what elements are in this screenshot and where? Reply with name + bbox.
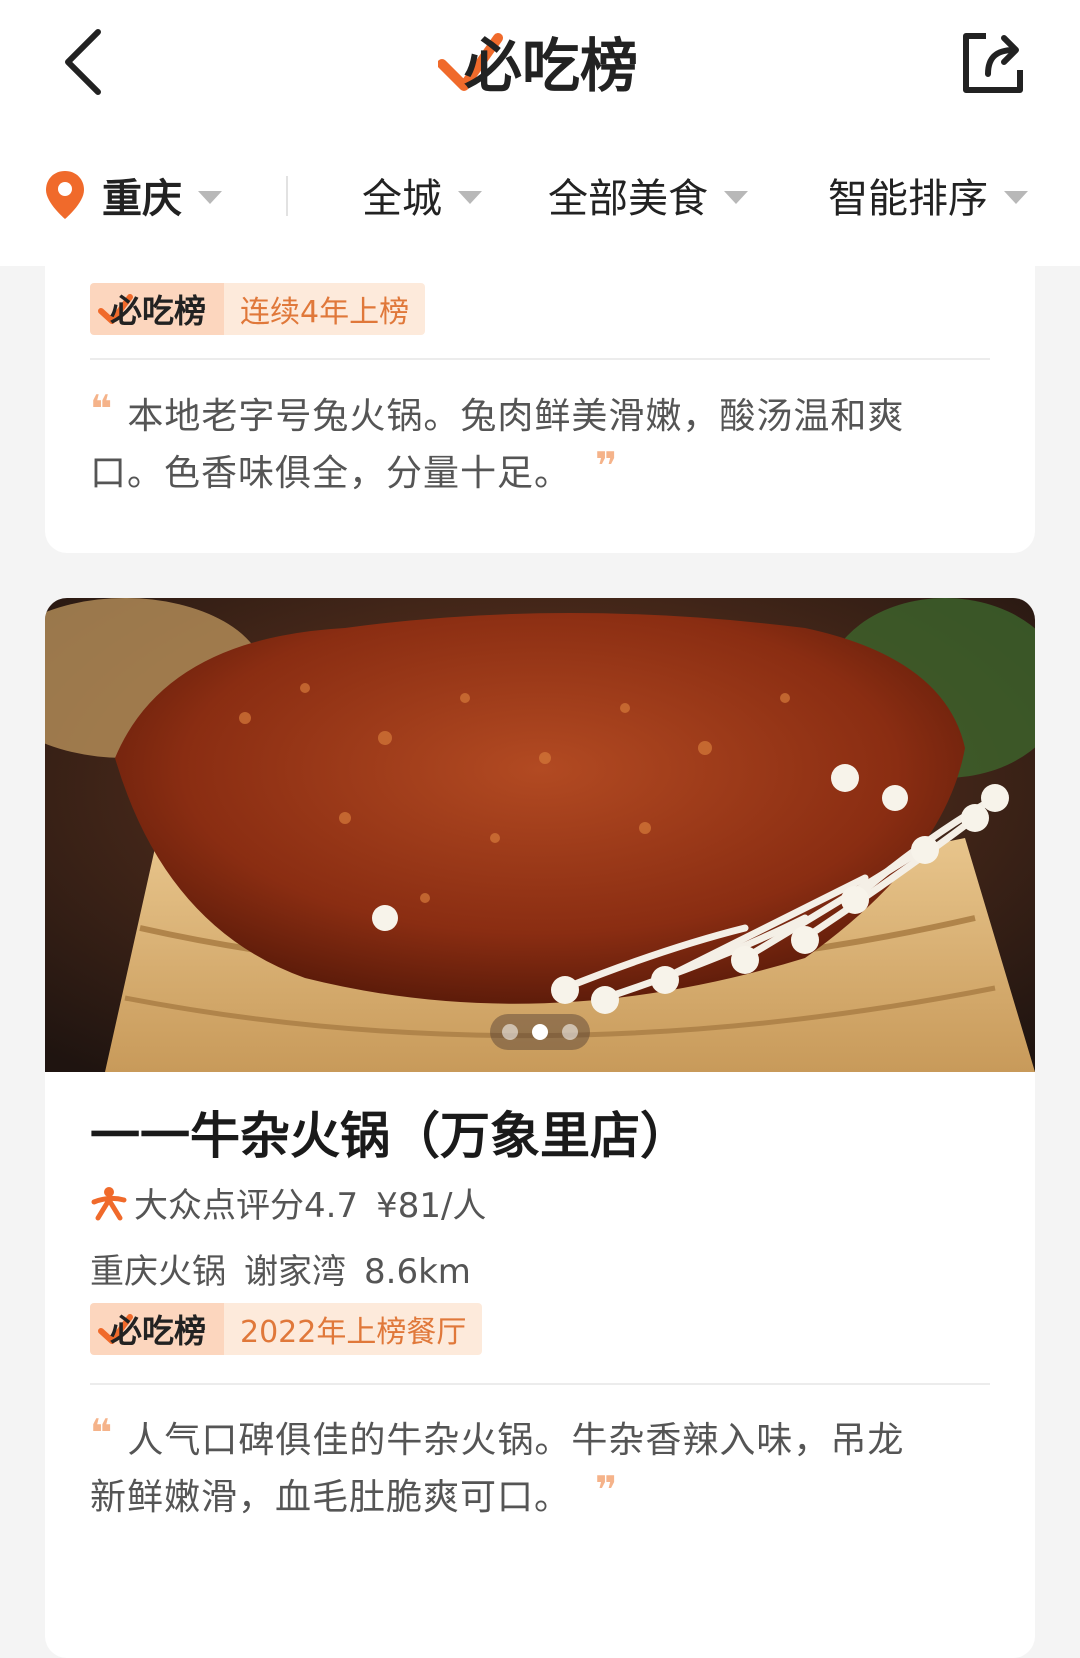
location-pin-icon xyxy=(46,171,84,219)
carousel-dot[interactable] xyxy=(502,1024,518,1040)
cuisine-label: 重庆火锅 xyxy=(90,1252,226,1292)
restaurant-card[interactable]: 一一牛杂火锅（万象里店） 大众点评分4.7 ¥81/人 重庆火锅 谢家湾 8.6km… xyxy=(45,598,1035,1658)
city-selector[interactable]: 重庆 xyxy=(44,160,222,230)
distance-label: 8.6km xyxy=(364,1252,471,1292)
divider xyxy=(90,358,990,360)
badge-text: 连续4年上榜 xyxy=(224,283,426,335)
caret-down-icon xyxy=(724,190,748,204)
svg-text:必吃榜: 必吃榜 xyxy=(110,292,206,329)
share-button[interactable] xyxy=(958,28,1028,98)
share-icon xyxy=(963,33,1023,93)
quote-line-1: 人气口碑俱佳的牛杂火锅。牛杂香辣入味，吊龙 xyxy=(127,1420,905,1461)
badge-text: 2022年上榜餐厅 xyxy=(224,1303,483,1355)
svg-text:必吃榜: 必吃榜 xyxy=(110,1312,206,1349)
quote-line-1: 本地老字号兔火锅。兔肉鲜美滑嫩，酸汤温和爽 xyxy=(127,396,905,437)
restaurant-photo[interactable] xyxy=(45,598,1035,1072)
carousel-indicator xyxy=(490,1014,590,1050)
brand-logo: 必吃榜 xyxy=(437,22,648,102)
price-per-person: ¥81/人 xyxy=(376,1186,487,1226)
badge-logo: 必吃榜 xyxy=(90,283,224,335)
sort-label: 智能排序 xyxy=(828,176,988,222)
badge-logo: 必吃榜 xyxy=(90,1303,224,1355)
close-quote-icon: ❞ xyxy=(595,1468,619,1512)
divider xyxy=(90,1383,990,1385)
sort-filter[interactable]: 智能排序 xyxy=(828,160,1028,230)
area-label: 全城 xyxy=(362,176,442,222)
quote-line-2: 新鲜嫩滑，血毛肚脆爽可口。 xyxy=(90,1477,572,1518)
quote-line-2: 口。色香味俱全，分量十足。 xyxy=(90,453,572,494)
back-button[interactable] xyxy=(60,22,120,102)
restaurant-card[interactable]: 必吃榜 连续4年上榜 ❝ 本地老字号兔火锅。兔肉鲜美滑嫩，酸汤温和爽 口。色香味俱… xyxy=(45,230,1035,553)
open-quote-icon: ❝ xyxy=(90,1411,114,1455)
review-quote: ❝ 本地老字号兔火锅。兔肉鲜美滑嫩，酸汤温和爽 口。色香味俱全，分量十足。 ❞ xyxy=(90,388,990,502)
city-label: 重庆 xyxy=(102,176,182,222)
close-quote-icon: ❞ xyxy=(595,444,619,488)
logo-text: 必吃榜 xyxy=(464,32,638,100)
review-quote: ❝ 人气口碑俱佳的牛杂火锅。牛杂香辣入味，吊龙 新鲜嫩滑，血毛肚脆爽可口。 ❞ xyxy=(90,1412,990,1526)
carousel-dot[interactable] xyxy=(562,1024,578,1040)
rating-label: 大众点评分4.7 xyxy=(134,1186,359,1226)
area-filter[interactable]: 全城 xyxy=(362,160,482,230)
bichi-badge: 必吃榜 2022年上榜餐厅 xyxy=(90,1303,483,1355)
caret-down-icon xyxy=(1004,190,1028,204)
dianping-icon xyxy=(91,1186,127,1220)
meta-row: 重庆火锅 谢家湾 8.6km xyxy=(90,1244,471,1293)
caret-down-icon xyxy=(458,190,482,204)
bichi-badge: 必吃榜 连续4年上榜 xyxy=(90,283,426,335)
filter-divider xyxy=(286,176,288,216)
caret-down-icon xyxy=(198,190,222,204)
category-filter[interactable]: 全部美食 xyxy=(548,160,748,230)
rating-row: 大众点评分4.7 ¥81/人 xyxy=(90,1178,486,1227)
open-quote-icon: ❝ xyxy=(90,387,114,431)
carousel-dot[interactable] xyxy=(532,1024,548,1040)
chevron-left-icon xyxy=(65,29,101,95)
filter-bar: 重庆 全城 全部美食 智能排序 xyxy=(0,160,1080,230)
restaurant-title[interactable]: 一一牛杂火锅（万象里店） xyxy=(90,1096,690,1168)
top-header: 必吃榜 重庆 全城 全部美食 智能排序 xyxy=(0,0,1080,266)
district-label: 谢家湾 xyxy=(244,1252,346,1292)
category-label: 全部美食 xyxy=(548,176,708,222)
